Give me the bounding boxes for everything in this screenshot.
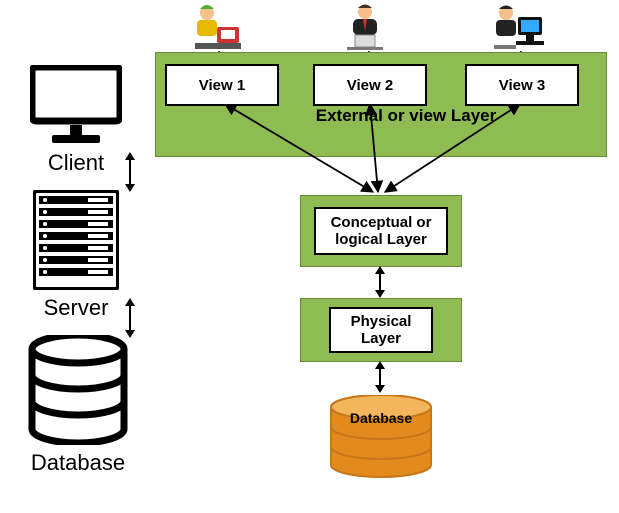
client-monitor-icon	[30, 65, 122, 145]
physical-layer-box: Physical Layer	[329, 307, 433, 353]
external-layer-label: External or view Layer	[286, 106, 526, 126]
database-storage-icon	[327, 395, 435, 480]
client-server-arrow-icon	[122, 152, 138, 192]
view-box-1: View 1	[165, 64, 279, 106]
physical-layer-panel: Physical Layer	[300, 298, 462, 362]
database-label: Database	[15, 450, 141, 476]
conceptual-physical-arrow-icon	[373, 266, 387, 298]
conceptual-layer-box: Conceptual or logical Layer	[314, 207, 448, 255]
user-icon-1	[185, 3, 245, 51]
client-label: Client	[30, 150, 122, 176]
conceptual-layer-panel: Conceptual or logical Layer	[300, 195, 462, 267]
server-rack-icon	[33, 190, 119, 290]
database-storage-label: Database	[327, 410, 435, 426]
database-cylinder-icon	[28, 335, 128, 445]
view-box-2: View 2	[313, 64, 427, 106]
user-icon-2	[335, 3, 395, 51]
physical-database-arrow-icon	[373, 361, 387, 393]
view-box-3: View 3	[465, 64, 579, 106]
server-database-arrow-icon	[122, 298, 138, 338]
server-label: Server	[30, 295, 122, 321]
user-icon-3	[488, 3, 548, 51]
